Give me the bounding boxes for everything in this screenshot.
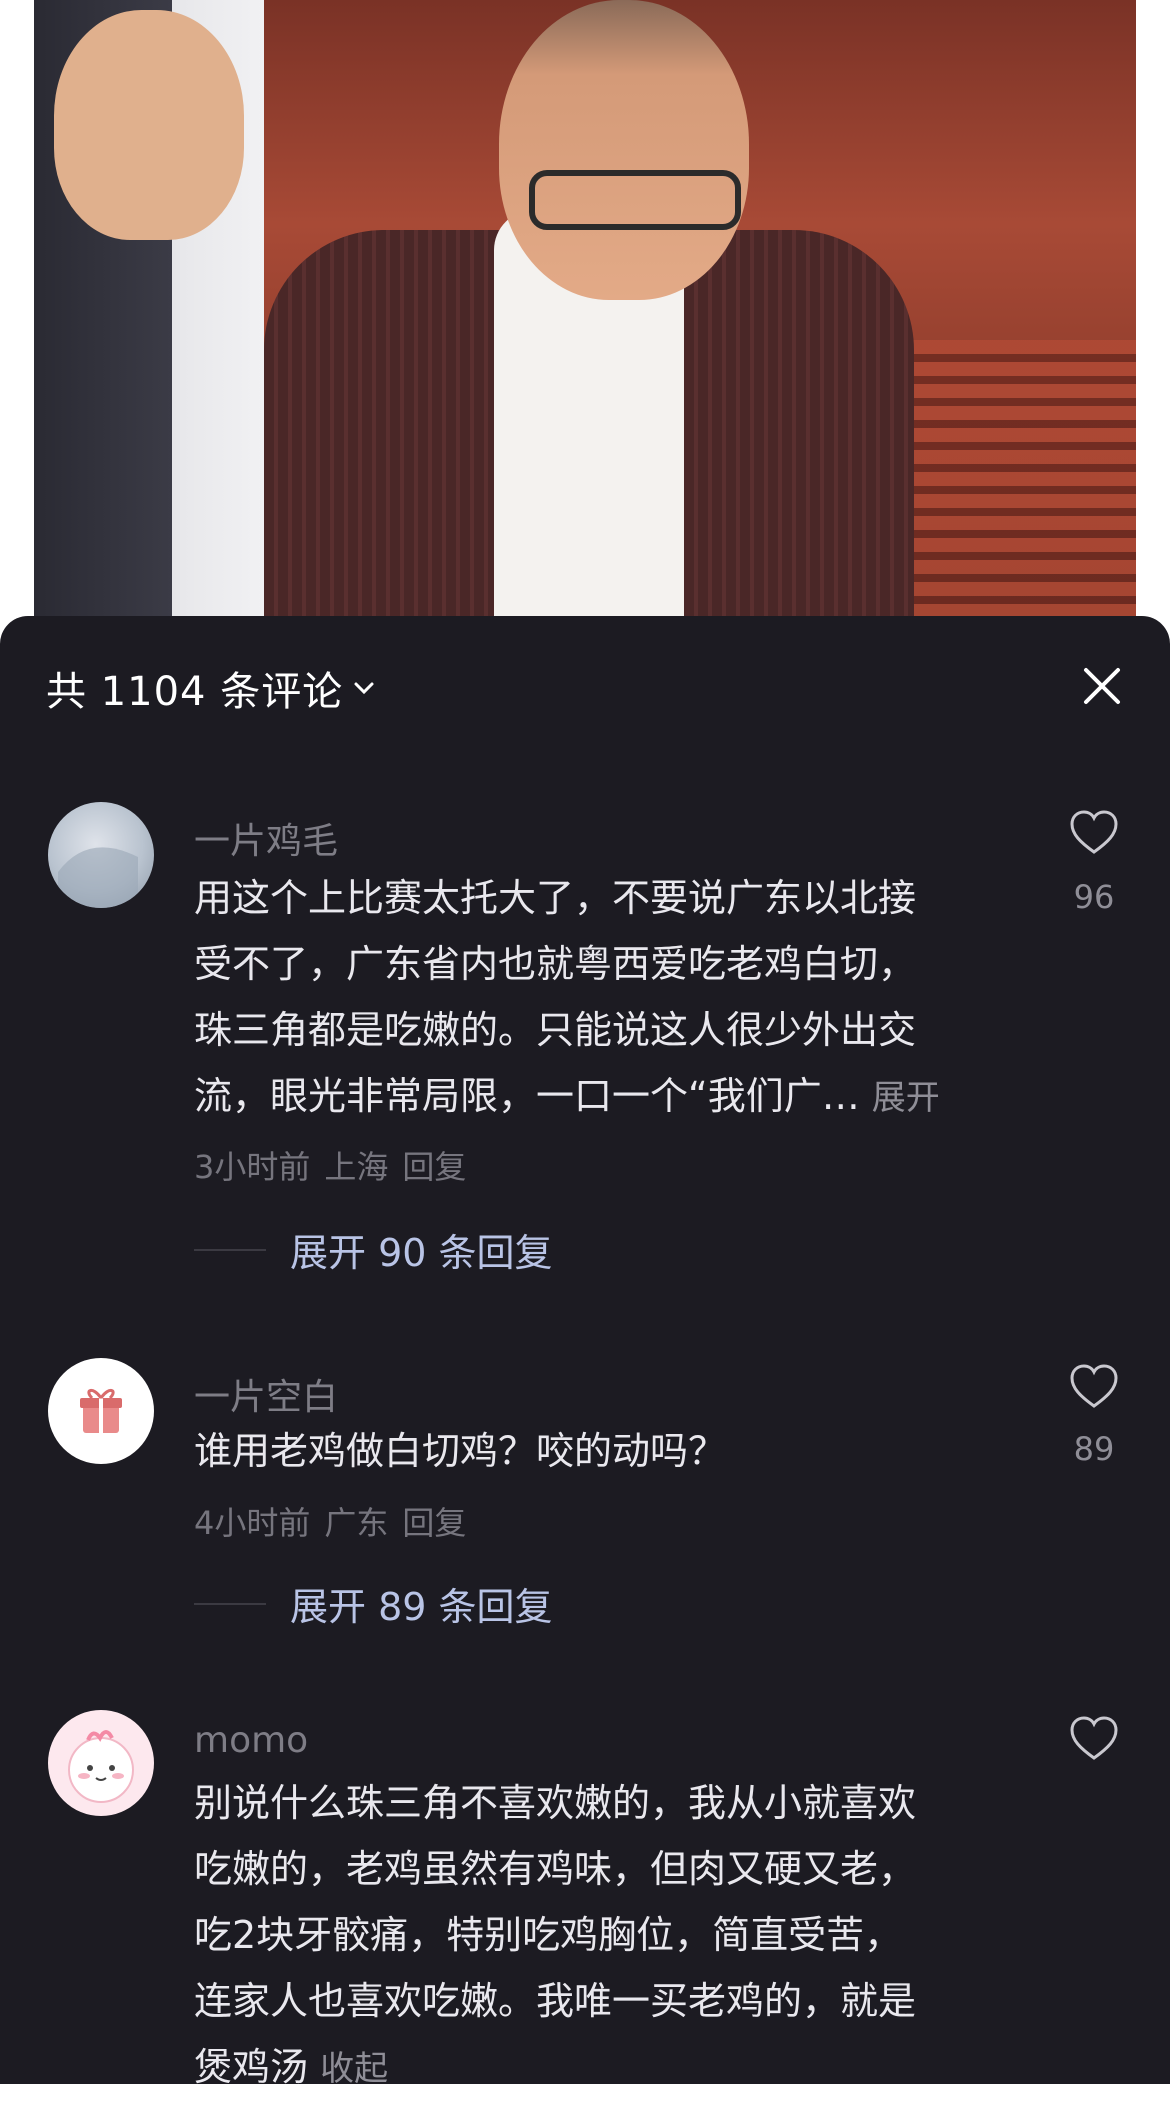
comments-header[interactable]: 共 1104 条评论 xyxy=(46,660,377,716)
expand-replies-label: 展开 90 条回复 xyxy=(290,1231,553,1275)
comment-count: 共 1104 条评论 xyxy=(46,669,344,715)
comment-text: 别说什么珠三角不喜欢嫩的，我从小就喜欢 吃嫩的，老鸡虽然有鸡味，但肉又硬又老， … xyxy=(194,1781,917,2089)
divider xyxy=(194,1602,266,1605)
expand-replies-button[interactable]: 展开 90 条回复 xyxy=(194,1222,553,1277)
avatar[interactable] xyxy=(48,1358,154,1464)
like-count: 96 xyxy=(1073,878,1115,916)
comment-location: 广东 xyxy=(324,1504,389,1542)
video-frame xyxy=(34,0,1136,640)
expand-replies-label: 展开 89 条回复 xyxy=(290,1585,553,1629)
reply-button[interactable]: 回复 xyxy=(402,1142,466,1188)
avatar[interactable] xyxy=(48,802,154,908)
close-icon[interactable] xyxy=(1078,662,1126,710)
video-preview[interactable] xyxy=(0,0,1170,640)
comment-meta: 3小时前 上海 回复 xyxy=(194,1142,466,1188)
expand-link[interactable]: 展开 xyxy=(872,1078,940,1118)
divider xyxy=(194,1248,266,1251)
chevron-down-icon[interactable] xyxy=(351,675,377,701)
heart-icon[interactable] xyxy=(1068,1714,1120,1762)
comment-text: 用这个上比赛太托大了，不要说广东以北接 受不了，广东省内也就粤西爱吃老鸡白切， … xyxy=(194,876,940,1118)
gift-icon xyxy=(80,1389,122,1433)
person-left xyxy=(34,0,264,640)
person-center xyxy=(264,0,914,640)
comment-meta: 4小时前 广东 回复 xyxy=(194,1498,466,1544)
expand-replies-button[interactable]: 展开 89 条回复 xyxy=(194,1576,553,1631)
heart-icon[interactable] xyxy=(1068,808,1120,856)
comment-text: 谁用老鸡做白切鸡？咬的动吗？ xyxy=(194,1429,727,1473)
reply-button[interactable]: 回复 xyxy=(402,1498,466,1544)
collapse-link[interactable]: 收起 xyxy=(320,2049,388,2089)
comment-author[interactable]: 一片空白 xyxy=(194,1368,338,1420)
comment-author[interactable]: momo xyxy=(194,1720,308,1761)
avatar[interactable] xyxy=(48,1710,154,1816)
comment-time: 4小时前 xyxy=(194,1504,311,1542)
comment-location: 上海 xyxy=(324,1148,389,1186)
comment-author[interactable]: 一片鸡毛 xyxy=(194,812,338,864)
comment-time: 3小时前 xyxy=(194,1148,311,1186)
heart-icon[interactable] xyxy=(1068,1362,1120,1410)
like-count: 89 xyxy=(1073,1430,1115,1468)
